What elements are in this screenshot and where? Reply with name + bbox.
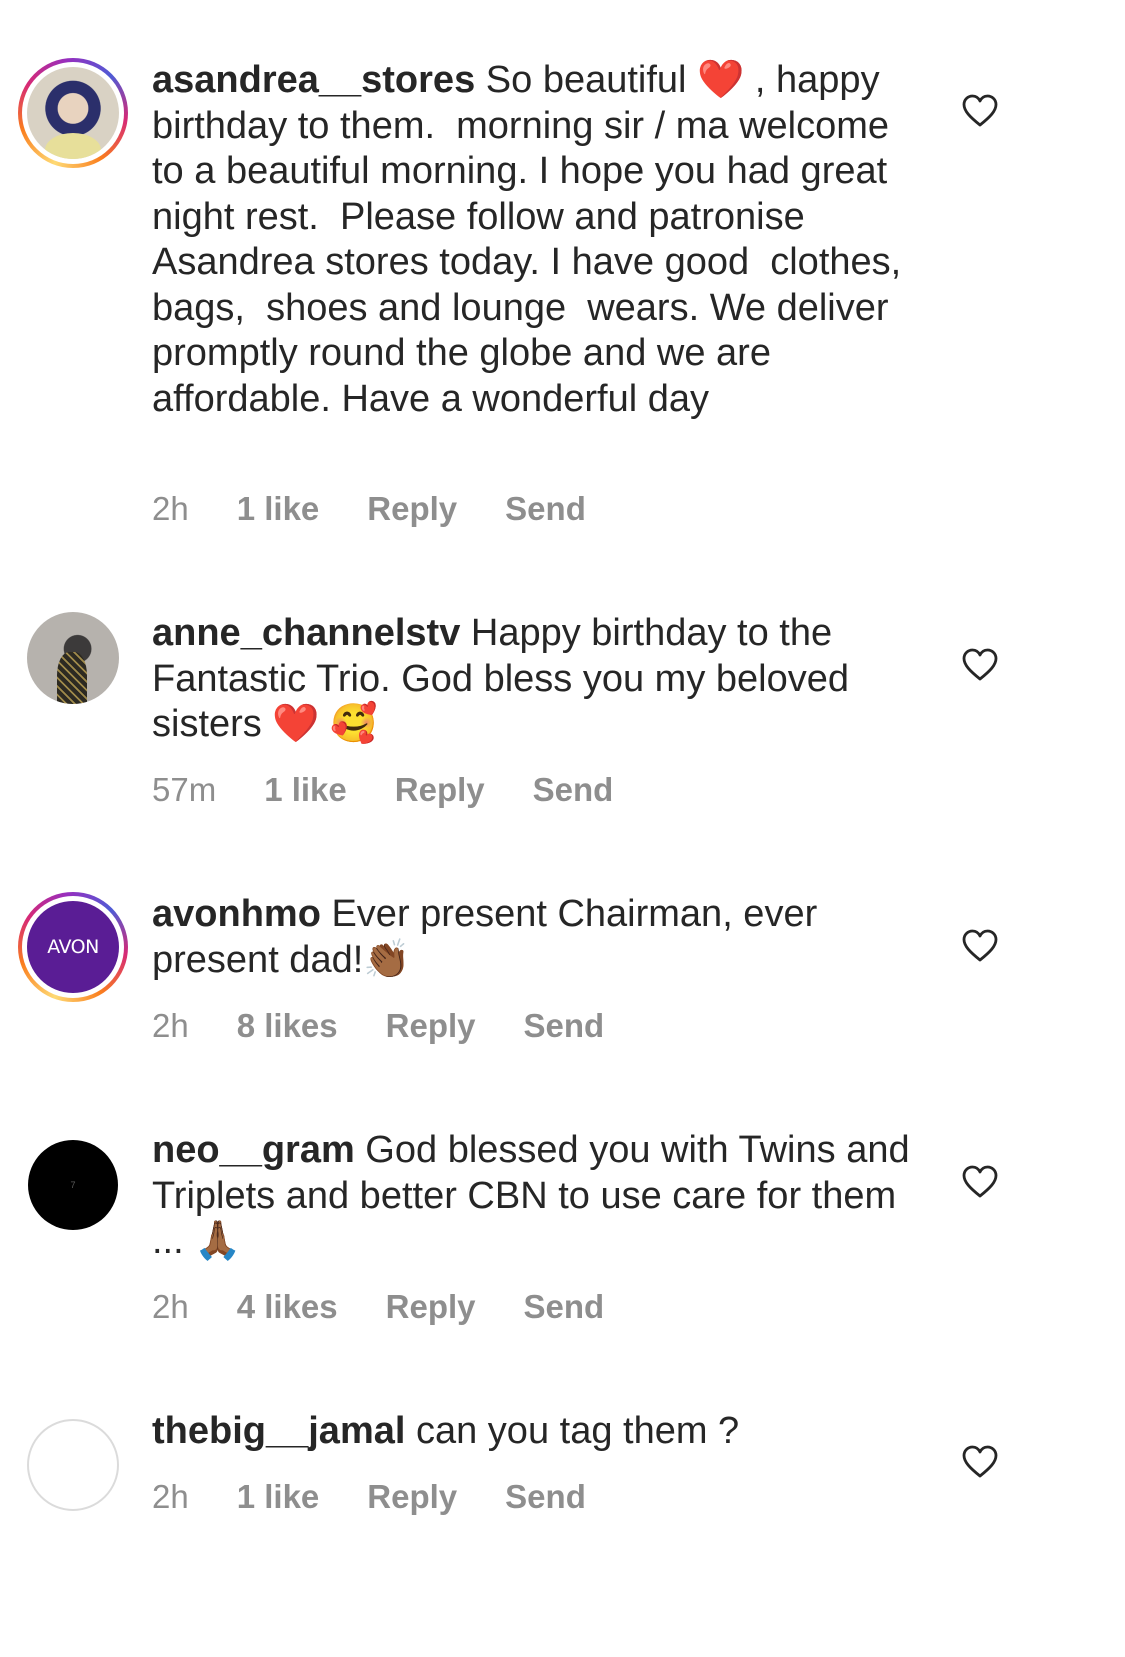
reply-button[interactable]: Reply [386,1288,476,1326]
like-count[interactable]: 1 like [264,771,347,809]
avatar[interactable] [27,67,119,159]
comment-meta: 2h 4 likes Reply Send [152,1288,652,1326]
heart-icon[interactable] [962,648,998,682]
like-count[interactable]: 4 likes [237,1288,338,1326]
avatar-container: 7 [18,1130,128,1240]
username[interactable]: avonhmo [152,893,321,935]
send-button[interactable]: Send [533,771,614,809]
reply-button[interactable]: Reply [386,1007,476,1045]
comment-text: avonhmo Ever present Chairman, ever pres… [152,892,922,983]
avatar[interactable]: 7 [28,1140,118,1230]
avatar[interactable] [27,612,119,704]
avatar-logo-text: 7 [70,1180,76,1190]
reply-button[interactable]: Reply [367,1478,457,1516]
avatar-container [18,603,128,713]
comment-time: 57m [152,771,217,808]
username[interactable]: asandrea__stores [152,59,475,101]
reply-button[interactable]: Reply [367,490,457,528]
send-button[interactable]: Send [505,1478,586,1516]
comment-meta: 2h 8 likes Reply Send [152,1007,652,1045]
comment-body: can you tag them ? [405,1410,740,1452]
avatar[interactable]: AVON [27,901,119,993]
comment-time: 2h [152,1478,189,1515]
avatar-logo-text: AVON [47,936,99,958]
avatar-border: AVON [22,896,124,998]
send-button[interactable]: Send [524,1288,605,1326]
reply-button[interactable]: Reply [395,771,485,809]
comment-text: neo__gram God blessed you with Twins and… [152,1128,922,1265]
heart-icon[interactable] [962,929,998,963]
comment-text: anne_channelstv Happy birthday to the Fa… [152,611,922,748]
like-count[interactable]: 8 likes [237,1007,338,1045]
story-ring[interactable]: AVON [18,892,128,1002]
comment-time: 2h [152,490,189,527]
username[interactable]: neo__gram [152,1129,355,1171]
send-button[interactable]: Send [505,490,586,528]
heart-icon[interactable] [962,1445,998,1479]
comment-body: So beautiful ❤️ , happy birthday to them… [152,59,912,420]
avatar-border [22,62,124,164]
comment-time: 2h [152,1288,189,1325]
heart-icon[interactable] [962,1165,998,1199]
username[interactable]: thebig__jamal [152,1410,405,1452]
avatar-container [18,1410,128,1520]
comment-time: 2h [152,1007,189,1044]
comment-meta: 2h 1 like Reply Send [152,490,634,528]
like-count[interactable]: 1 like [237,490,320,528]
comment-text: asandrea__stores So beautiful ❤️ , happy… [152,58,922,422]
comment-text: thebig__jamal can you tag them ? [152,1409,922,1455]
comment-meta: 57m 1 like Reply Send [152,771,661,809]
avatar[interactable] [27,1419,119,1511]
heart-icon[interactable] [962,94,998,128]
story-ring[interactable] [18,58,128,168]
username[interactable]: anne_channelstv [152,612,460,654]
like-count[interactable]: 1 like [237,1478,320,1516]
send-button[interactable]: Send [524,1007,605,1045]
comment-meta: 2h 1 like Reply Send [152,1478,634,1516]
